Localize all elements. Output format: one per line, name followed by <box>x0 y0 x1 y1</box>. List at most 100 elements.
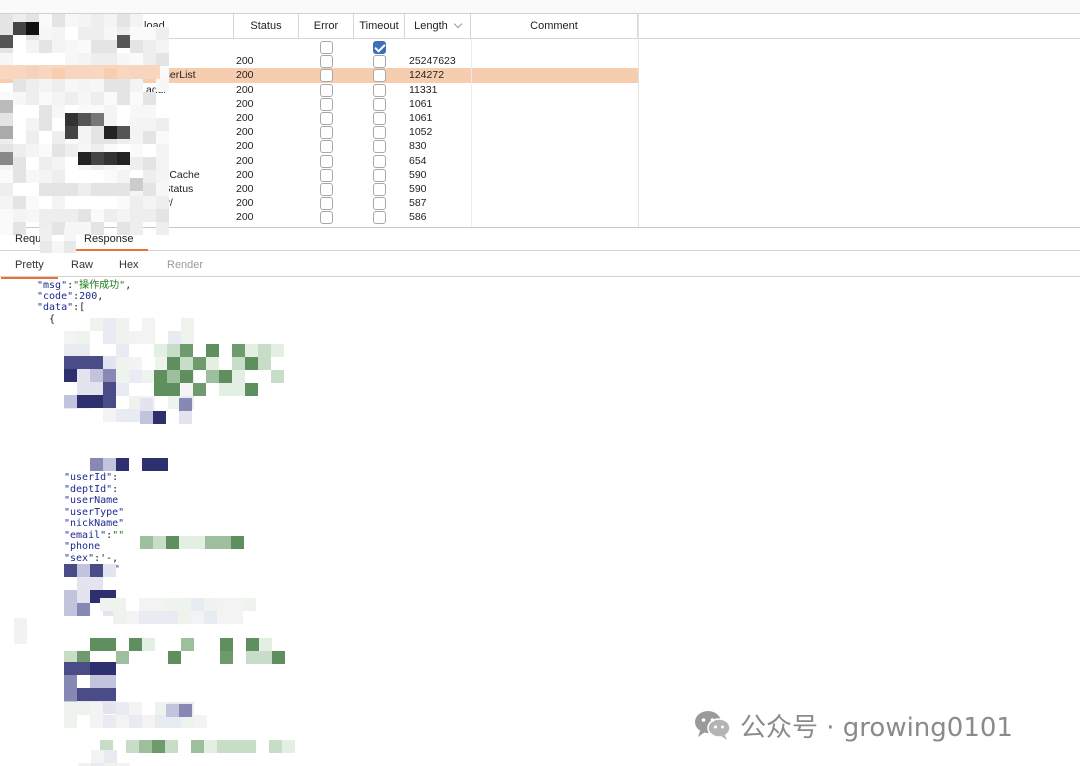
timeout-checkbox[interactable] <box>373 197 386 211</box>
tab-raw[interactable]: Raw <box>71 259 93 271</box>
timeout-checkbox[interactable] <box>373 168 386 182</box>
timeout-checkbox[interactable] <box>373 55 386 69</box>
mosaic-block <box>245 383 258 396</box>
mosaic-block <box>90 564 103 577</box>
error-checkbox[interactable] <box>320 168 333 182</box>
mosaic-block <box>116 370 129 383</box>
mosaic-block <box>26 79 39 92</box>
timeout-checkbox[interactable] <box>373 97 386 111</box>
mosaic-block <box>39 14 52 27</box>
mosaic-block <box>13 170 26 183</box>
timeout-checkbox[interactable] <box>373 126 386 140</box>
column-header-status[interactable]: Status <box>234 14 299 39</box>
mosaic-block <box>117 14 130 27</box>
mosaic-block <box>39 79 52 92</box>
tab-request[interactable]: Requ <box>15 233 41 245</box>
length-cell: 1061 <box>409 112 433 124</box>
error-checkbox[interactable] <box>320 83 333 97</box>
mosaic-block <box>180 357 193 370</box>
mosaic-block <box>26 196 39 209</box>
mosaic-block <box>91 152 104 165</box>
mosaic-block <box>231 536 244 549</box>
length-cell: 654 <box>409 154 427 167</box>
tab-response[interactable]: Response <box>76 233 147 251</box>
timeout-checkbox[interactable] <box>373 69 386 83</box>
timeout-checkbox[interactable] <box>373 140 386 154</box>
mosaic-block <box>26 131 39 144</box>
error-checkbox[interactable] <box>320 154 333 168</box>
mosaic-block <box>116 458 129 471</box>
mosaic-block <box>64 395 77 408</box>
mosaic-block <box>130 131 143 144</box>
mosaic-block <box>78 92 91 105</box>
mosaic-block <box>91 209 104 222</box>
status-cell: 200 <box>236 112 254 124</box>
mosaic-block <box>282 740 295 753</box>
mosaic-block <box>126 611 139 624</box>
error-checkbox[interactable] <box>320 112 333 125</box>
mosaic-block <box>77 331 90 344</box>
watermark: 公众号 · growing0101 <box>694 705 1013 745</box>
mosaic-block <box>77 564 90 577</box>
mosaic-block <box>193 357 206 370</box>
timeout-checkbox[interactable] <box>373 112 386 125</box>
error-checkbox[interactable] <box>320 97 333 111</box>
mosaic-block <box>0 126 13 139</box>
error-checkbox[interactable] <box>320 140 333 154</box>
error-checkbox[interactable] <box>320 197 333 211</box>
mosaic-block <box>129 702 142 715</box>
timeout-checkbox[interactable] <box>373 211 386 225</box>
error-checkbox[interactable] <box>320 183 333 196</box>
response-body[interactable]: "msg":"操作成功", "code":200, "data":[ { "us… <box>0 278 1080 766</box>
error-checkbox[interactable] <box>320 211 333 225</box>
status-cell: 200 <box>236 211 254 224</box>
mosaic-patch <box>64 458 168 471</box>
mosaic-block <box>52 157 65 170</box>
column-header-comment[interactable]: Comment <box>471 14 638 39</box>
mosaic-block <box>269 740 282 753</box>
tab-pretty[interactable]: Pretty <box>1 259 58 279</box>
column-header-timeout[interactable]: Timeout <box>354 14 405 39</box>
mosaic-block <box>52 14 65 27</box>
error-checkbox[interactable] <box>320 55 333 69</box>
error-checkbox[interactable] <box>320 41 333 54</box>
mosaic-block <box>204 598 217 611</box>
timeout-checkbox[interactable] <box>373 41 386 54</box>
mosaic-block <box>152 611 165 624</box>
mosaic-block <box>39 170 52 183</box>
mosaic-block <box>78 152 91 165</box>
mosaic-block <box>167 344 180 357</box>
mosaic-block <box>64 702 77 715</box>
error-checkbox[interactable] <box>320 69 333 83</box>
mosaic-block <box>206 357 219 370</box>
mosaic-block <box>104 27 117 40</box>
timeout-checkbox[interactable] <box>373 154 386 168</box>
mosaic-block <box>77 369 90 382</box>
sort-chevron-icon <box>453 19 463 29</box>
error-checkbox[interactable] <box>320 126 333 140</box>
mosaic-block <box>78 14 91 27</box>
timeout-checkbox[interactable] <box>373 83 386 97</box>
mosaic-block <box>52 196 65 209</box>
mosaic-block <box>39 144 52 157</box>
mosaic-block <box>64 356 77 369</box>
mosaic-block <box>191 598 204 611</box>
mosaic-block <box>90 702 103 715</box>
tab-hex[interactable]: Hex <box>119 259 139 271</box>
timeout-checkbox[interactable] <box>373 183 386 196</box>
mosaic-block <box>78 79 91 92</box>
mosaic-block <box>140 398 153 411</box>
mosaic-block <box>156 79 169 92</box>
mosaic-block <box>90 382 103 395</box>
mosaic-block <box>154 370 167 383</box>
mosaic-block <box>64 715 77 728</box>
column-header-length[interactable]: Length <box>405 14 471 39</box>
column-header-error[interactable]: Error <box>299 14 354 39</box>
mosaic-block <box>259 651 272 664</box>
length-cell: 124272 <box>409 69 445 82</box>
mosaic-block <box>129 715 142 728</box>
mosaic-block <box>65 126 78 139</box>
tab-render[interactable]: Render <box>167 259 203 271</box>
mosaic-block <box>129 370 142 383</box>
mosaic-block <box>140 411 153 424</box>
